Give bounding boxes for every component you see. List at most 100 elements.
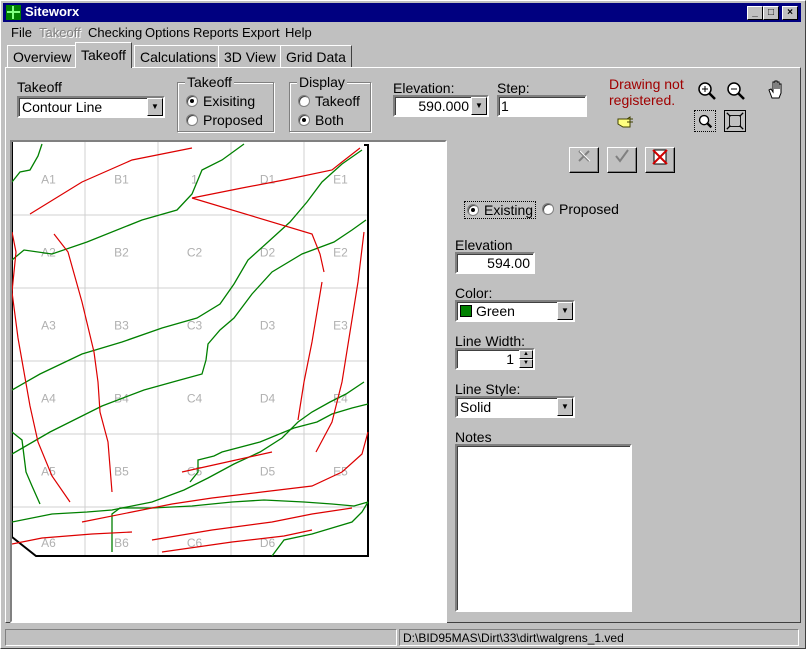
notes-textarea[interactable] — [455, 444, 632, 612]
site-plan[interactable]: A1 B1 1 D1 E1A2 B2 C2 D2 E2A3 B3 C3 D3 E3A4 B4 C4 D4 E4A… — [12, 142, 445, 621]
grid-cell-label: E5 — [333, 465, 348, 479]
menu-file[interactable]: File — [11, 25, 32, 40]
radio-unchecked-icon — [542, 203, 554, 215]
zoom-out-icon[interactable] — [725, 80, 747, 102]
existing-contour-line — [271, 501, 369, 557]
grid-cell-label: B5 — [114, 465, 129, 479]
chevron-down-icon[interactable]: ▼ — [147, 98, 163, 116]
site-boundary — [12, 142, 369, 557]
radio-label: Proposed — [559, 201, 619, 217]
radio-label: Existing — [484, 202, 534, 218]
step-input[interactable]: 1 — [497, 95, 587, 117]
tab-grid-data[interactable]: Grid Data — [280, 45, 352, 67]
tab-3d-view[interactable]: 3D View — [218, 45, 282, 67]
menu-help[interactable]: Help — [285, 25, 312, 40]
proposed-contour-line — [161, 529, 313, 553]
display-mode-group-label: Display — [297, 74, 347, 90]
delete-button[interactable] — [569, 147, 599, 173]
spin-up-icon[interactable]: ▲ — [519, 350, 533, 359]
zoom-window-icon[interactable] — [694, 110, 716, 132]
menu-checking[interactable]: Checking — [88, 25, 142, 40]
spin-down-icon[interactable]: ▼ — [519, 359, 533, 368]
tab-calculations[interactable]: Calculations — [134, 45, 223, 67]
close-button[interactable]: × — [782, 6, 798, 20]
proposed-contour-line — [181, 451, 273, 473]
pan-hand-icon[interactable] — [766, 78, 788, 100]
grid-lines — [12, 142, 368, 556]
grid-cell-label: E1 — [333, 173, 348, 187]
color-select[interactable]: Green ▼ — [455, 300, 575, 322]
line-width-label: Line Width: — [455, 333, 526, 349]
takeoff-mode-group-label: Takeoff — [185, 74, 234, 90]
grid-cell-label: A3 — [41, 319, 56, 333]
radio-label: Proposed — [203, 112, 263, 128]
check-icon — [615, 149, 629, 163]
line-style-select[interactable]: Solid ▼ — [455, 396, 575, 418]
takeoff-type-select[interactable]: Contour Line ▼ — [17, 96, 165, 118]
title-bar[interactable]: Siteworx _ □ × — [3, 3, 801, 22]
grid-cell-label: B6 — [114, 536, 129, 550]
clear-button[interactable] — [645, 147, 675, 173]
tab-takeoff[interactable]: Takeoff — [75, 42, 132, 68]
grid-cell-label: A4 — [41, 392, 56, 406]
zoom-extents-icon[interactable] — [724, 110, 746, 132]
radio-takeoff-proposed[interactable]: Proposed — [186, 112, 263, 128]
grid-cell-label: C4 — [187, 392, 203, 406]
register-hand-icon[interactable] — [617, 115, 635, 129]
window-title: Siteworx — [25, 4, 80, 19]
radio-checked-icon — [186, 95, 198, 107]
radio-unchecked-icon — [298, 95, 310, 107]
menu-bar: File Takeoff Checking Options Reports Ex… — [3, 23, 801, 42]
takeoff-type-value: Contour Line — [22, 99, 103, 115]
proposed-contours — [12, 147, 369, 553]
chevron-down-icon[interactable]: ▼ — [471, 97, 487, 115]
line-style-value: Solid — [460, 399, 492, 415]
elevation-select[interactable]: 590.000 ▼ — [393, 95, 489, 117]
zoom-in-icon[interactable] — [696, 80, 718, 102]
menu-options[interactable]: Options — [145, 25, 190, 40]
chevron-down-icon[interactable]: ▼ — [557, 302, 573, 320]
radio-display-both[interactable]: Both — [298, 112, 344, 128]
takeoff-mode-group: Takeoff Exisiting Proposed — [177, 74, 274, 132]
radio-label: Takeoff — [315, 93, 360, 109]
line-elevation-label: Elevation — [455, 237, 513, 253]
step-value: 1 — [501, 98, 509, 114]
status-bar: D:\BID95MAS\Dirt\33\dirt\walgrens_1.ved — [3, 627, 801, 647]
drawing-canvas[interactable]: A1 B1 1 D1 E1 A2 B2 C2 D2 E2 A3 B3 C3 D3 E3 A4 B4 C4 D4 E4 A… — [10, 140, 447, 623]
radio-checked-icon — [298, 114, 310, 126]
minimize-button[interactable]: _ — [747, 6, 763, 20]
grid-cell-label: A1 — [41, 173, 56, 187]
elevation-label: Elevation: — [393, 80, 455, 96]
menu-takeoff[interactable]: Takeoff — [39, 25, 81, 40]
tab-overview[interactable]: Overview — [7, 45, 78, 67]
grid-cell-label: D5 — [260, 465, 276, 479]
grid-cell-label: E3 — [333, 319, 348, 333]
grid-cell-label: B1 — [114, 173, 129, 187]
takeoff-label: Takeoff — [17, 79, 62, 95]
line-style-label: Line Style: — [455, 381, 521, 397]
grid-cell-label: B2 — [114, 246, 129, 260]
color-swatch — [460, 305, 472, 317]
grid-cell-label: B3 — [114, 319, 129, 333]
radio-label: Both — [315, 112, 344, 128]
radio-display-takeoff[interactable]: Takeoff — [298, 93, 360, 109]
app-icon — [6, 5, 21, 20]
menu-export[interactable]: Export — [242, 25, 280, 40]
delete-page-icon — [652, 149, 668, 165]
grid-cell-label: E2 — [333, 246, 348, 260]
line-width-stepper[interactable]: 1 ▲ ▼ — [455, 348, 535, 370]
line-elevation-input[interactable]: 594.00 — [455, 252, 535, 274]
accept-button[interactable] — [607, 147, 637, 173]
radio-line-existing[interactable]: Existing — [464, 201, 537, 219]
line-elevation-value: 594.00 — [487, 255, 530, 271]
radio-takeoff-existing[interactable]: Exisiting — [186, 93, 255, 109]
menu-reports[interactable]: Reports — [193, 25, 239, 40]
color-label: Color: — [455, 285, 493, 301]
chevron-down-icon[interactable]: ▼ — [557, 398, 573, 416]
line-width-value: 1 — [506, 351, 514, 367]
radio-line-proposed[interactable]: Proposed — [542, 201, 619, 217]
maximize-button[interactable]: □ — [763, 6, 779, 20]
app-window: Siteworx _ □ × File Takeoff Checking Opt… — [0, 0, 806, 649]
display-mode-group: Display Takeoff Both — [289, 74, 371, 132]
grid-cell-label: C2 — [187, 246, 203, 260]
